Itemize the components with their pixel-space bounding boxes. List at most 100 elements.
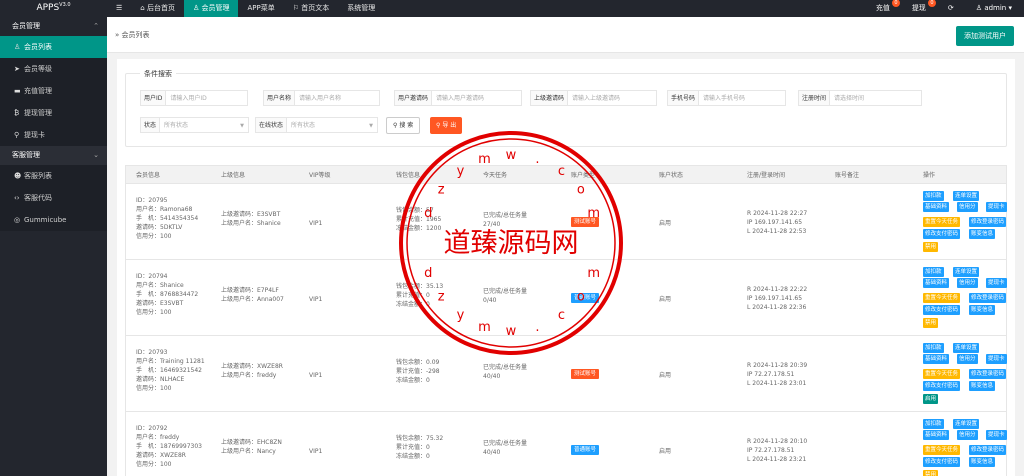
op-button[interactable]: 账变信息	[969, 381, 996, 391]
account-type-badge: 普通账号	[571, 293, 600, 303]
op-button[interactable]: 加扣款	[923, 267, 944, 277]
op-button[interactable]: 连单设置	[953, 343, 980, 353]
op-button[interactable]: 基础资料	[923, 430, 950, 440]
op-button[interactable]: 提现卡	[986, 202, 1007, 212]
op-button[interactable]: 修改支付密码	[923, 457, 961, 467]
op-button[interactable]: 修改登录密码	[969, 369, 1007, 379]
wallet-balance: 钱包余额：57	[396, 207, 434, 214]
withdraw-label: 提现	[911, 4, 926, 12]
op-button[interactable]: 信用分	[957, 430, 978, 440]
phone-input[interactable]: 请输入手机号码	[698, 90, 787, 106]
nav-app-menu[interactable]: APP菜单	[238, 0, 283, 17]
parent-code-input[interactable]: 请输入上级邀请码	[567, 90, 658, 106]
ip-address: IP 169.197.141.65	[747, 219, 803, 226]
op-button[interactable]: 加扣款	[923, 191, 944, 201]
op-button[interactable]: 禁用	[923, 470, 939, 476]
column-header: 会员信息	[136, 172, 161, 179]
status-select[interactable]: 所有状态 ▼	[159, 117, 250, 133]
op-button[interactable]: 基础资料	[923, 278, 950, 288]
table-body: ID：20795 用户名：Ramona68 手 机：5414354354 邀请码：5D…	[125, 184, 1007, 476]
sidebar-item-member-level[interactable]: ➤ 会员等级	[0, 58, 107, 80]
filter-label: 用户ID	[140, 90, 166, 106]
op-button[interactable]: 连单设置	[953, 191, 980, 201]
parent-name: 上级用户名：freddy	[221, 372, 277, 379]
op-button[interactable]: 信用分	[957, 202, 978, 212]
op-button[interactable]: 账变信息	[969, 457, 996, 467]
code-icon: ‹›	[14, 194, 20, 202]
op-button[interactable]: 提现卡	[986, 354, 1007, 364]
sidebar-group-service[interactable]: 客服管理 ⌄	[0, 146, 107, 165]
member-phone: 手 机：8768834472	[136, 291, 199, 298]
member-table: 会员信息 上级信息 VIP等级 钱包信息 今天任务 账户类型 账户状态 注册/登…	[125, 165, 1007, 476]
parent-info: 上级邀请码：E7P4LF 上级用户名：Anna007	[221, 286, 284, 304]
invite-code-input[interactable]: 请输入用户邀请码	[431, 90, 523, 106]
op-button[interactable]: 信用分	[957, 278, 978, 288]
withdraw-link[interactable]: 提现 0	[902, 0, 938, 17]
sidebar-item-withdraw[interactable]: ₿ 提现管理	[0, 102, 107, 124]
op-button[interactable]: 连单设置	[953, 267, 980, 277]
op-button[interactable]: 修改支付密码	[923, 229, 961, 239]
op-button[interactable]: 启用	[923, 394, 939, 404]
filter-label: 手机号码	[667, 90, 699, 106]
sidebar-item-recharge[interactable]: ▬ 充值管理	[0, 80, 107, 102]
export-button[interactable]: ⚲ 导 出	[430, 117, 463, 134]
table-row: ID：20793 用户名：Training 11281 手 机：1646932154…	[125, 336, 1007, 412]
op-button[interactable]: 修改登录密码	[969, 445, 1007, 455]
filter-label: 状态	[140, 117, 160, 133]
wallet-balance: 钱包余额：75.32	[396, 435, 444, 442]
op-button[interactable]: 修改支付密码	[923, 381, 961, 391]
op-button[interactable]: 信用分	[957, 354, 978, 364]
op-button[interactable]: 账变信息	[969, 305, 996, 315]
user-id-input[interactable]: 请输入用户ID	[165, 90, 249, 106]
reg-time-input[interactable]: 请选择时间	[829, 90, 923, 106]
user-menu[interactable]: ♙ admin ▾	[966, 0, 1024, 17]
member-phone: 手 机：16469321542	[136, 367, 202, 374]
member-name: 用户名：Ramona68	[136, 206, 193, 213]
op-button[interactable]: 修改登录密码	[969, 217, 1007, 227]
nav-home[interactable]: ⌂ 后台首页	[131, 0, 184, 17]
sidebar-item-member-list[interactable]: ♙ 会员列表	[0, 36, 107, 58]
op-button[interactable]: 重置今天任务	[923, 369, 961, 379]
op-button[interactable]: 连单设置	[953, 419, 980, 429]
menu-toggle-icon[interactable]: ☰	[107, 0, 131, 17]
nav-system[interactable]: 系统管理	[338, 0, 384, 17]
username-input[interactable]: 请输入用户名称	[294, 90, 381, 106]
sidebar-item-withdraw-card[interactable]: ⚲ 提现卡	[0, 124, 107, 146]
sidebar-group-members[interactable]: 会员管理 ⌃	[0, 17, 107, 36]
nav-home-text[interactable]: ⚐ 首页文本	[284, 0, 339, 17]
op-button[interactable]: 提现卡	[986, 278, 1007, 288]
op-button[interactable]: 重置今天任务	[923, 217, 961, 227]
login-time: L 2024-11-28 23:21	[747, 456, 807, 463]
nav-home-label: 后台首页	[146, 4, 175, 12]
op-button[interactable]: 加扣款	[923, 343, 944, 353]
operations: 加扣款 连单设置 基础资料 信用分 提现卡重置今天任务 修改登录密码 修改支付密码 账变信息启…	[923, 343, 1023, 407]
member-id: ID：20792	[136, 425, 168, 432]
chevron-down-icon: ▼	[240, 123, 245, 129]
add-test-user-button[interactable]: 添加测试用户	[956, 26, 1014, 46]
nav-app-menu-label: APP菜单	[247, 4, 275, 12]
op-button[interactable]: 账变信息	[969, 229, 996, 239]
brand-name: APPS	[36, 3, 60, 13]
nav-members[interactable]: ♙ 会员管理	[183, 0, 239, 17]
sidebar-item-service-list[interactable]: ☻ 客服列表	[0, 165, 107, 187]
refresh-icon[interactable]: ⟳	[938, 0, 966, 17]
member-phone: 手 机：5414354354	[136, 215, 199, 222]
op-button[interactable]: 加扣款	[923, 419, 944, 429]
sidebar-item-service-code[interactable]: ‹› 客服代码	[0, 187, 107, 209]
online-select[interactable]: 所有状态 ▼	[286, 117, 379, 133]
op-button[interactable]: 重置今天任务	[923, 445, 961, 455]
chevron-up-icon: ⌃	[93, 22, 99, 30]
user-name: admin	[984, 4, 1007, 12]
op-button[interactable]: 修改登录密码	[969, 293, 1007, 303]
op-button[interactable]: 提现卡	[986, 430, 1007, 440]
op-button[interactable]: 禁用	[923, 242, 939, 252]
op-button[interactable]: 基础资料	[923, 202, 950, 212]
sidebar-item-gummicube[interactable]: ◎ Gummicube	[0, 209, 107, 231]
sidebar: 会员管理 ⌃ ♙ 会员列表 ➤ 会员等级 ▬ 充值管理 ₿ 提现管理 ⚲ 提现卡 客服管理 ⌄…	[0, 17, 107, 476]
recharge-link[interactable]: 充值 0	[866, 0, 902, 17]
op-button[interactable]: 基础资料	[923, 354, 950, 364]
op-button[interactable]: 禁用	[923, 318, 939, 328]
op-button[interactable]: 重置今天任务	[923, 293, 961, 303]
search-button[interactable]: ⚲ 搜 索	[386, 117, 421, 134]
op-button[interactable]: 修改支付密码	[923, 305, 961, 315]
